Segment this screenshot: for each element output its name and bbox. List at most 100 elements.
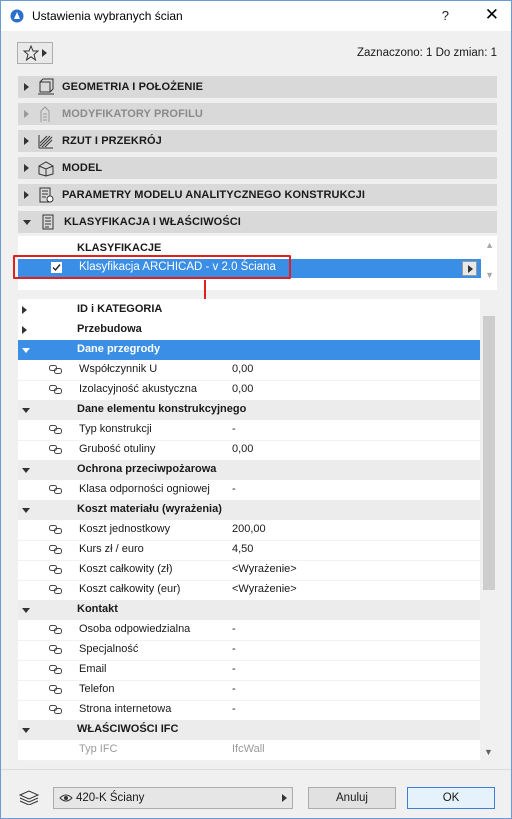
floor-plan-icon — [38, 135, 53, 149]
group-label: ID i KATEGORIA — [77, 303, 163, 315]
property-value[interactable]: 4,50 — [232, 543, 253, 555]
property-row[interactable]: Email - — [18, 660, 481, 681]
panel-floor-plan-section[interactable]: RZUT I PRZEKRÓJ — [18, 130, 497, 152]
group-label: Dane elementu konstrukcyjnego — [77, 403, 247, 415]
link-icon — [49, 565, 62, 574]
star-icon — [23, 45, 39, 61]
property-value[interactable]: - — [232, 483, 236, 495]
favorites-button[interactable] — [17, 42, 53, 64]
property-value[interactable]: - — [232, 623, 236, 635]
property-value[interactable]: 0,00 — [232, 363, 253, 375]
property-row[interactable]: Współczynnik U 0,00 — [18, 360, 481, 381]
link-icon — [49, 585, 62, 594]
chevron-right-icon — [468, 265, 473, 273]
property-row[interactable]: Specjalność - — [18, 640, 481, 661]
expand-arrow-icon — [24, 191, 29, 199]
expand-arrow-icon — [24, 137, 29, 145]
cancel-button[interactable]: Anuluj — [308, 787, 396, 809]
property-row[interactable]: Typ konstrukcji - — [18, 420, 481, 441]
chevron-right-icon — [282, 794, 287, 802]
collapse-arrow-icon — [22, 408, 30, 413]
collapse-arrow-icon — [22, 508, 30, 513]
panel-classification-properties[interactable]: KLASYFIKACJA I WŁAŚCIWOŚCI — [18, 211, 497, 233]
property-row[interactable]: Koszt jednostkowy 200,00 — [18, 520, 481, 541]
property-row[interactable]: Telefon - — [18, 680, 481, 701]
group-label: Ochrona przeciwpożarowa — [77, 463, 217, 475]
property-name: Koszt jednostkowy — [79, 523, 171, 535]
property-value: IfcWall — [232, 743, 265, 755]
property-name: Grubość otuliny — [79, 443, 156, 455]
property-value[interactable]: - — [232, 643, 236, 655]
property-value[interactable]: 200,00 — [232, 523, 266, 535]
property-value[interactable]: 0,00 — [232, 383, 253, 395]
property-row[interactable]: Strona internetowa - — [18, 700, 481, 721]
expand-arrow-icon — [22, 326, 27, 334]
panel-label: MODYFIKATORY PROFILU — [62, 108, 203, 120]
group-row-contact[interactable]: Kontakt — [18, 600, 481, 620]
property-value[interactable]: 0,00 — [232, 443, 253, 455]
property-row[interactable]: Izolacyjność akustyczna 0,00 — [18, 380, 481, 401]
link-icon — [49, 665, 62, 674]
chevron-right-icon — [42, 49, 47, 57]
expand-arrow-icon — [22, 306, 27, 314]
panel-profile-modifiers[interactable]: MODYFIKATORY PROFILU — [18, 103, 497, 125]
property-name: Klasa odporności ogniowej — [79, 483, 210, 495]
property-value[interactable]: <Wyrażenie> — [232, 583, 297, 595]
group-row-fire-protection[interactable]: Ochrona przeciwpożarowa — [18, 460, 481, 480]
panel-structural-analytical[interactable]: PARAMETRY MODELU ANALITYCZNEGO KONSTRUKC… — [18, 184, 497, 206]
property-name: Typ IFC — [79, 743, 118, 755]
geometry-icon — [38, 78, 54, 95]
panel-label: MODEL — [62, 162, 103, 174]
link-icon — [49, 705, 62, 714]
panel-model[interactable]: MODEL — [18, 157, 497, 179]
property-value[interactable]: - — [232, 703, 236, 715]
property-name: Email — [79, 663, 107, 675]
property-name: Strona internetowa — [79, 703, 172, 715]
property-row[interactable]: Osoba odpowiedzialna - — [18, 620, 481, 641]
property-name: Kurs zł / euro — [79, 543, 144, 555]
scroll-down-icon[interactable]: ▼ — [484, 747, 493, 757]
scroll-down-icon[interactable]: ▼ — [485, 270, 494, 280]
property-row[interactable]: Koszt całkowity (zł) <Wyrażenie> — [18, 560, 481, 581]
classification-title: KLASYFIKACJE — [77, 242, 162, 254]
property-row[interactable]: Klasa odporności ogniowej - — [18, 480, 481, 501]
group-row-partition-data[interactable]: Dane przegrody — [18, 340, 481, 360]
property-value[interactable]: - — [232, 683, 236, 695]
panel-label: KLASYFIKACJA I WŁAŚCIWOŚCI — [64, 216, 241, 228]
dialog-window: Ustawienia wybranych ścian ? ✕ Zaznaczon… — [0, 0, 512, 819]
link-icon — [49, 645, 62, 654]
property-row[interactable]: Kurs zł / euro 4,50 — [18, 540, 481, 561]
profile-modifier-icon — [40, 106, 50, 122]
group-row-material-cost[interactable]: Koszt materiału (wyrażenia) — [18, 500, 481, 520]
link-icon — [49, 485, 62, 494]
footer-divider — [1, 769, 511, 770]
scrollbar-thumb[interactable] — [483, 316, 495, 590]
collapse-arrow-icon — [22, 468, 30, 473]
help-button[interactable]: ? — [442, 8, 449, 23]
collapse-arrow-icon — [22, 728, 30, 733]
property-value[interactable]: <Wyrażenie> — [232, 563, 297, 575]
collapse-arrow-icon — [23, 219, 31, 225]
link-icon — [49, 425, 62, 434]
link-icon — [49, 545, 62, 554]
classification-picker-button[interactable] — [462, 261, 477, 276]
group-row-renovation[interactable]: Przebudowa — [18, 320, 481, 340]
group-row-ifc-properties[interactable]: WŁAŚCIWOŚCI IFC — [18, 720, 481, 740]
close-button[interactable]: ✕ — [485, 5, 499, 25]
property-name: Telefon — [79, 683, 115, 695]
property-value[interactable]: - — [232, 423, 236, 435]
group-row-id-category[interactable]: ID i KATEGORIA — [18, 300, 481, 320]
classification-icon — [42, 214, 54, 230]
property-name: Typ konstrukcji — [79, 423, 152, 435]
property-row: Typ IFC IfcWall — [18, 740, 481, 761]
scroll-up-icon[interactable]: ▲ — [485, 240, 494, 250]
property-row[interactable]: Grubość otuliny 0,00 — [18, 440, 481, 461]
property-row[interactable]: Koszt całkowity (eur) <Wyrażenie> — [18, 580, 481, 601]
layer-dropdown[interactable]: 420-K Ściany — [53, 787, 293, 809]
group-row-structural-element[interactable]: Dane elementu konstrukcyjnego — [18, 400, 481, 420]
property-name: Osoba odpowiedzialna — [79, 623, 191, 635]
panel-geometry[interactable]: GEOMETRIA I POŁOŻENIE — [18, 76, 497, 98]
properties-list: ID i KATEGORIA Przebudowa Dane przegrody… — [18, 299, 497, 761]
ok-button[interactable]: OK — [407, 787, 495, 809]
property-value[interactable]: - — [232, 663, 236, 675]
